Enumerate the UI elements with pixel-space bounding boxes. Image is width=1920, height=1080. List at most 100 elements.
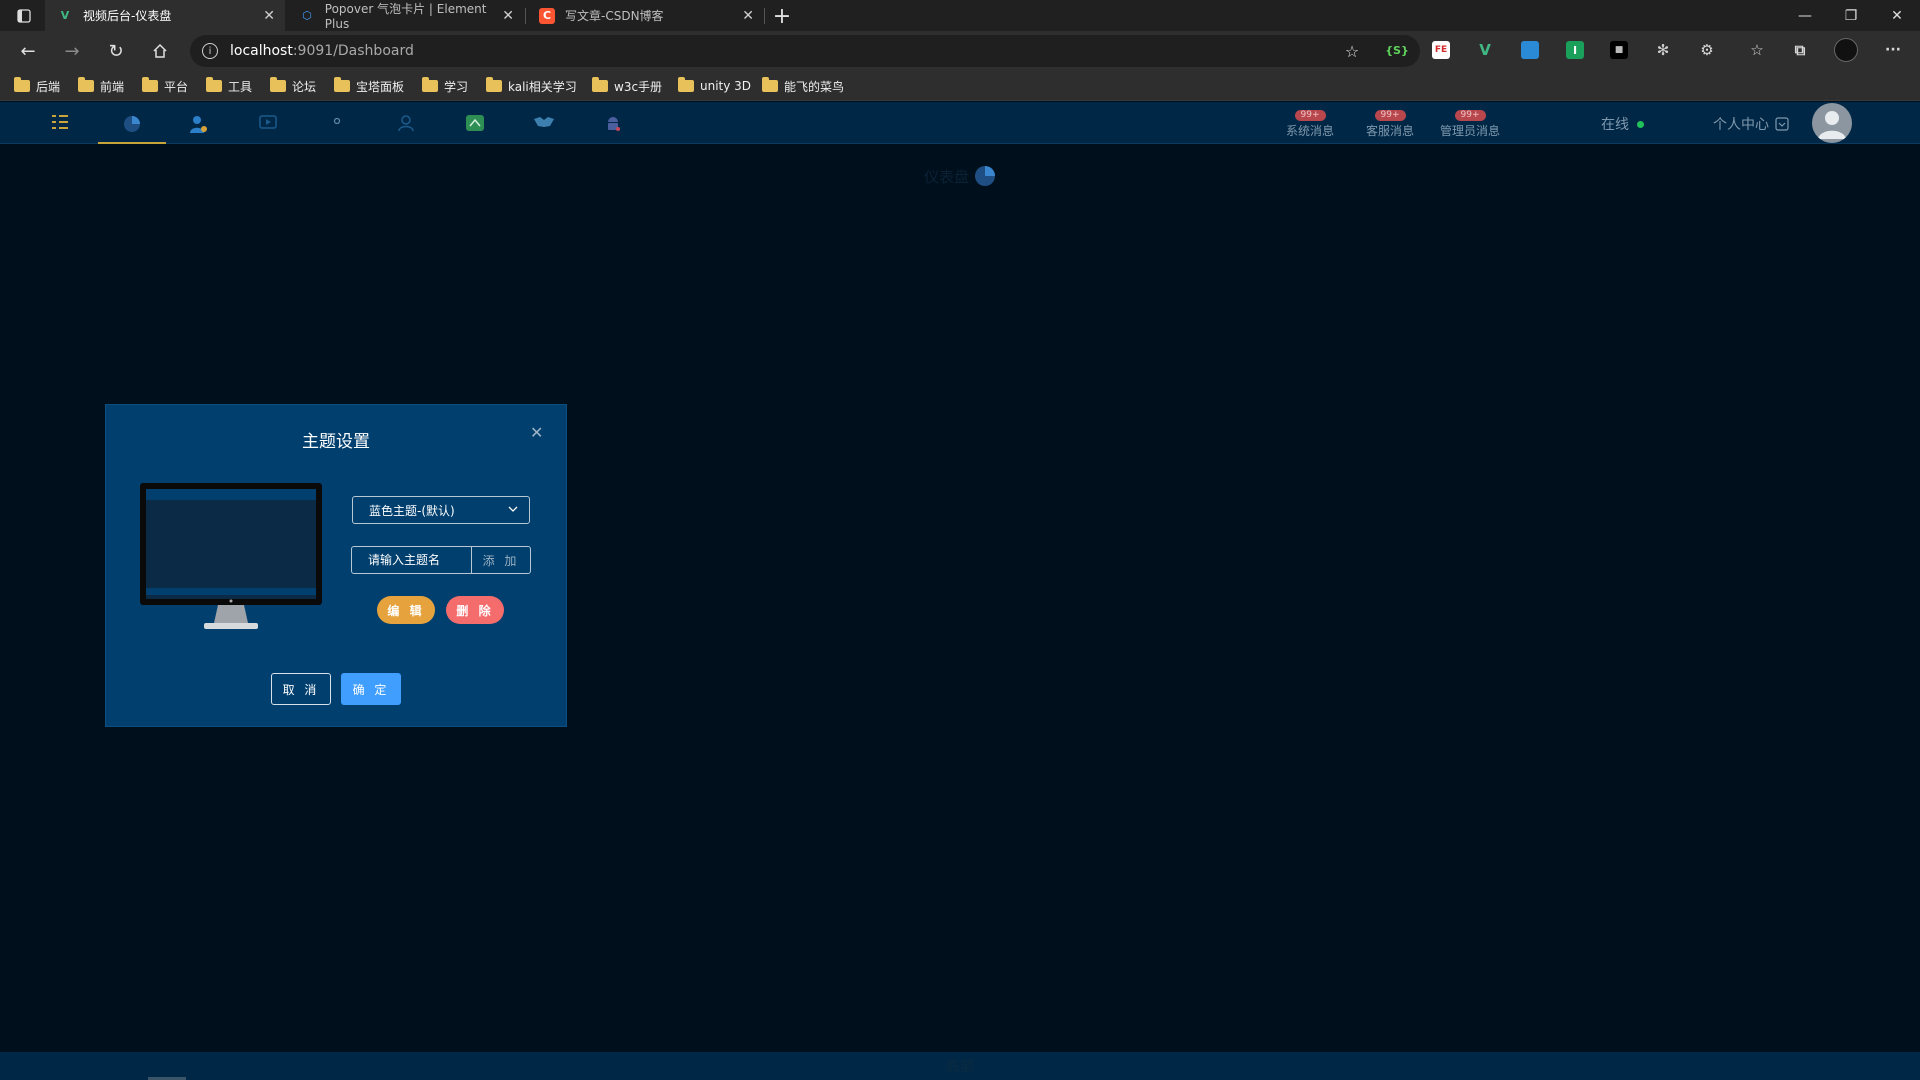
nav-handshake[interactable] — [510, 110, 578, 144]
forward-icon[interactable]: → — [58, 37, 86, 65]
folder-icon — [334, 77, 350, 92]
folder-icon — [14, 77, 30, 92]
puzzle-icon[interactable]: ⚙ — [1698, 41, 1716, 59]
bookmark-folder[interactable]: 后端 — [14, 77, 60, 95]
bookmark-folder[interactable]: w3c手册 — [592, 77, 662, 95]
gear-ext-icon[interactable]: ✻ — [1654, 41, 1672, 59]
restore-icon[interactable]: ❐ — [1828, 0, 1874, 31]
folder-icon — [206, 77, 222, 92]
back-icon[interactable]: ← — [14, 37, 42, 65]
add-theme-button[interactable]: 添 加 — [472, 547, 530, 573]
folder-icon — [142, 77, 158, 92]
nav-people[interactable] — [372, 110, 440, 144]
tab-element-plus[interactable]: ⬡ Popover 气泡卡片 | Element Plus ✕ — [287, 0, 524, 31]
home-icon[interactable] — [146, 37, 174, 65]
theme-name-input-group: 添 加 — [351, 546, 531, 574]
page-title-text: 仪表盘 — [924, 167, 970, 186]
avatar[interactable] — [1812, 103, 1852, 143]
profile-label: 个人中心 — [1713, 117, 1769, 133]
fe-icon[interactable]: FE — [1432, 41, 1450, 59]
new-tab-icon[interactable]: + — [768, 2, 796, 30]
system-messages[interactable]: 99+ 系统消息 — [1286, 110, 1334, 139]
close-icon[interactable]: ✕ — [502, 8, 514, 24]
message-badge: 99+ — [1294, 110, 1326, 121]
confirm-button[interactable]: 确 定 — [341, 673, 401, 705]
profile-center[interactable]: 个人中心 — [1713, 114, 1789, 134]
close-icon[interactable]: ✕ — [530, 423, 543, 442]
favorites-icon[interactable]: ☆ — [1748, 41, 1766, 59]
avatar-user-icon — [1818, 111, 1846, 139]
tab-divider — [764, 8, 765, 24]
menu-grid-icon — [52, 115, 68, 129]
dashboard-pie-icon — [124, 116, 140, 132]
cancel-button[interactable]: 取 消 — [271, 673, 331, 705]
bookmark-folder[interactable]: 学习 — [422, 77, 468, 95]
address-bar[interactable]: i localhost:9091/Dashboard — [190, 35, 1420, 67]
green-ext-icon[interactable]: I — [1566, 41, 1584, 59]
service-messages[interactable]: 99+ 客服消息 — [1366, 110, 1414, 139]
dialog-title: 主题设置 — [302, 432, 370, 452]
vue-favicon-icon: V — [60, 9, 70, 22]
dashboard-pie-icon — [975, 166, 996, 186]
nav-dot[interactable] — [303, 110, 371, 144]
bookmarks-bar: 后端 前端 平台 工具 论坛 宝塔面板 学习 kali相关学习 w3c手册 un… — [0, 71, 1920, 101]
nav-green-box[interactable] — [441, 110, 509, 144]
bookmark-folder[interactable]: 能飞的菜鸟 — [762, 77, 844, 95]
close-window-icon[interactable]: ✕ — [1874, 0, 1920, 31]
more-icon[interactable]: ··· — [1884, 41, 1902, 59]
nav-dashboard[interactable] — [98, 110, 166, 144]
dropdown-box-icon — [1775, 117, 1789, 131]
tab-csdn[interactable]: C 写文章-CSDN博客 ✕ — [527, 0, 764, 31]
favorite-add-icon[interactable]: ☆ — [1338, 37, 1366, 65]
minimize-icon[interactable]: — — [1782, 0, 1828, 31]
browser-toolbar: ← → ↻ i localhost:9091/Dashboard ☆ {S} F… — [0, 31, 1920, 71]
handshake-icon — [534, 117, 554, 127]
bookmark-folder[interactable]: 宝塔面板 — [334, 77, 404, 95]
message-label: 客服消息 — [1366, 124, 1415, 138]
bookmark-folder[interactable]: kali相关学习 — [486, 77, 577, 95]
page-footer: 底部 — [0, 1052, 1920, 1080]
tab-dashboard[interactable]: V 视频后台-仪表盘 ✕ — [45, 0, 285, 31]
theme-select[interactable]: 蓝色主题-(默认) — [352, 496, 530, 524]
bookmark-folder[interactable]: 平台 — [142, 77, 188, 95]
video-icon — [259, 115, 277, 129]
monitor-preview-icon — [140, 483, 322, 629]
dot-icon — [333, 117, 341, 124]
blue-ext-icon[interactable] — [1521, 41, 1539, 59]
element-favicon-icon: ⬡ — [302, 9, 312, 22]
bookmark-folder[interactable]: 工具 — [206, 77, 252, 95]
profile-icon[interactable] — [1834, 38, 1858, 62]
nav-android[interactable] — [579, 110, 647, 144]
folder-icon — [486, 77, 502, 92]
edit-button[interactable]: 编 辑 — [377, 596, 435, 624]
page-title: 仪表盘 — [924, 164, 997, 188]
delete-button[interactable]: 删 除 — [446, 596, 504, 624]
bookmark-folder[interactable]: unity 3D — [678, 77, 751, 95]
online-status[interactable]: 在线 — [1601, 114, 1644, 134]
chevron-down-icon — [508, 506, 518, 512]
nav-user-manage[interactable] — [164, 110, 232, 144]
close-icon[interactable]: ✕ — [263, 8, 275, 24]
close-icon[interactable]: ✕ — [742, 8, 754, 24]
folder-icon — [762, 77, 778, 92]
bookmark-folder[interactable]: 前端 — [78, 77, 124, 95]
vue-devtools-icon[interactable]: V — [1476, 41, 1494, 59]
folder-icon — [678, 77, 694, 92]
nav-menu-grid[interactable] — [26, 110, 94, 144]
nav-video[interactable] — [234, 110, 302, 144]
tab-actions-icon[interactable] — [10, 2, 38, 30]
footer-text: 底部 — [946, 1059, 974, 1075]
collections-icon[interactable]: ⧉ — [1791, 41, 1809, 59]
theme-name-input[interactable] — [352, 547, 472, 573]
online-dot-icon — [1637, 120, 1644, 128]
favicon-s-icon[interactable]: {S} — [1385, 41, 1409, 59]
url-host: localhost — [230, 43, 293, 59]
folder-icon — [592, 77, 608, 92]
window-controls: — ❐ ✕ — [1782, 0, 1920, 31]
folder-icon — [270, 77, 286, 92]
admin-messages[interactable]: 99+ 管理员消息 — [1440, 110, 1500, 139]
bookmark-folder[interactable]: 论坛 — [270, 77, 316, 95]
refresh-icon[interactable]: ↻ — [102, 37, 130, 65]
site-info-icon[interactable]: i — [202, 43, 218, 59]
black-ext-icon[interactable]: ■ — [1610, 41, 1628, 59]
